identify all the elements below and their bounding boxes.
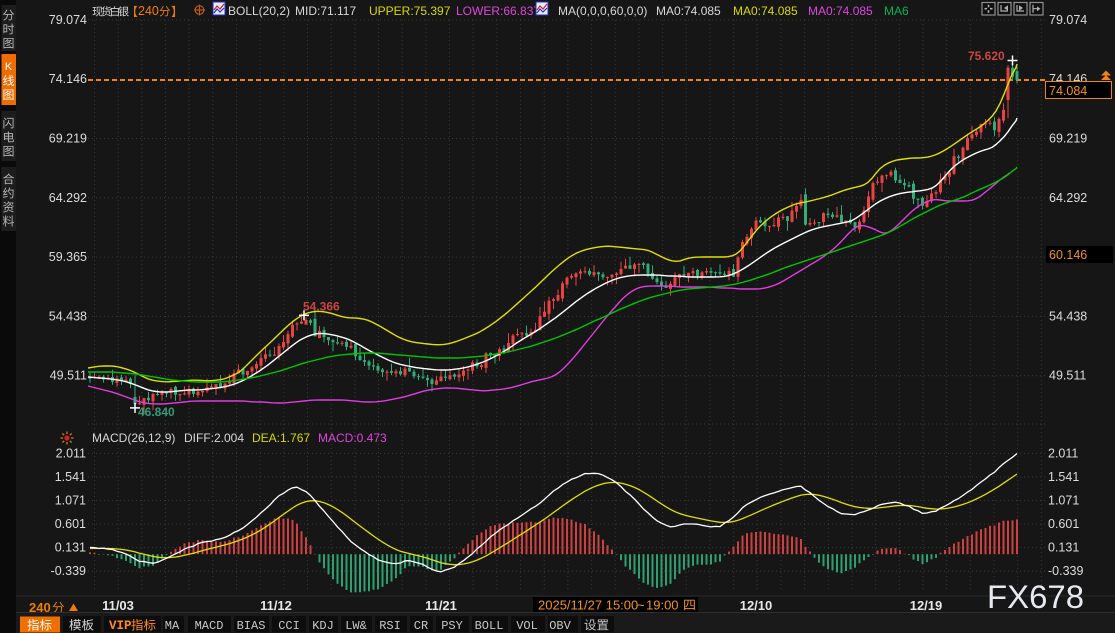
svg-text:11/03: 11/03 <box>102 598 134 613</box>
svg-text:LW&: LW& <box>345 619 367 633</box>
svg-text:DIFF:2.004: DIFF:2.004 <box>184 431 244 445</box>
svg-text:2025/11/27 15:00: 2025/11/27 15:00 <box>538 598 638 613</box>
svg-text:2.011: 2.011 <box>1048 447 1078 461</box>
svg-text:60.146: 60.146 <box>1049 248 1087 262</box>
svg-text:0.601: 0.601 <box>1048 517 1079 531</box>
svg-text:MACD(26,12,9): MACD(26,12,9) <box>92 431 175 445</box>
svg-text:MACD: MACD <box>195 619 224 633</box>
svg-text:-0.339: -0.339 <box>1048 564 1083 578</box>
svg-text:79.074: 79.074 <box>49 13 87 27</box>
svg-text:KDJ: KDJ <box>312 619 334 633</box>
svg-text:64.292: 64.292 <box>49 191 87 205</box>
svg-text:OBV: OBV <box>549 619 571 633</box>
svg-text:1.541: 1.541 <box>1048 470 1079 484</box>
svg-text:UPPER:75.397: UPPER:75.397 <box>369 4 451 18</box>
svg-text:19:00: 19:00 <box>646 598 679 613</box>
svg-text:MA6: MA6 <box>884 4 909 18</box>
svg-text:BIAS: BIAS <box>237 619 266 633</box>
svg-text:BOLL: BOLL <box>475 619 504 633</box>
svg-text:59.365: 59.365 <box>49 250 87 264</box>
svg-text:FX678: FX678 <box>987 579 1084 615</box>
svg-text:79.074: 79.074 <box>1049 13 1087 27</box>
svg-text:PSY: PSY <box>441 619 463 633</box>
svg-text:~: ~ <box>637 598 645 613</box>
svg-text:49.511: 49.511 <box>50 369 87 383</box>
svg-text:VOL: VOL <box>516 619 538 633</box>
svg-text:69.219: 69.219 <box>49 132 87 146</box>
svg-text:240: 240 <box>138 4 159 18</box>
svg-text:MACD:0.473: MACD:0.473 <box>318 431 387 445</box>
svg-text:RSI: RSI <box>379 619 401 633</box>
svg-text:BOLL(20,2): BOLL(20,2) <box>228 4 290 18</box>
svg-text:2.011: 2.011 <box>56 447 86 461</box>
svg-text:54.438: 54.438 <box>1049 309 1087 323</box>
svg-text:0.131: 0.131 <box>1048 541 1079 555</box>
svg-text:DEA:1.767: DEA:1.767 <box>252 431 310 445</box>
svg-text:74.146: 74.146 <box>49 72 87 86</box>
svg-text:VIP: VIP <box>109 619 132 633</box>
svg-text:12/10: 12/10 <box>740 598 773 613</box>
svg-text:LOWER:66.837: LOWER:66.837 <box>456 4 540 18</box>
svg-text:MID:71.117: MID:71.117 <box>295 4 356 18</box>
svg-text:-0.339: -0.339 <box>51 564 86 578</box>
svg-text:46.840: 46.840 <box>138 405 175 419</box>
svg-text:MA0:74.085: MA0:74.085 <box>808 4 873 18</box>
svg-text:1.541: 1.541 <box>55 470 86 484</box>
svg-text:0.601: 0.601 <box>55 517 86 531</box>
svg-text:69.219: 69.219 <box>1049 132 1087 146</box>
svg-text:11/12: 11/12 <box>260 598 292 613</box>
svg-text:49.511: 49.511 <box>1049 369 1086 383</box>
svg-text:74.084: 74.084 <box>1049 84 1087 98</box>
svg-text:CCI: CCI <box>278 619 300 633</box>
svg-text:1.071: 1.071 <box>55 494 86 508</box>
svg-text:0.131: 0.131 <box>55 541 86 555</box>
svg-text:MA: MA <box>165 619 180 633</box>
svg-text:11/21: 11/21 <box>425 598 457 613</box>
svg-text:75.620: 75.620 <box>968 49 1005 63</box>
svg-text:CR: CR <box>414 619 428 633</box>
svg-text:54.438: 54.438 <box>49 309 87 323</box>
svg-text:MA0:74.085: MA0:74.085 <box>656 4 721 18</box>
svg-text:64.292: 64.292 <box>1049 191 1087 205</box>
svg-text:K: K <box>5 61 13 73</box>
svg-text:MA(0,0,0,60,0,0): MA(0,0,0,60,0,0) <box>558 4 647 18</box>
svg-text:54.366: 54.366 <box>303 300 340 314</box>
svg-text:12/19: 12/19 <box>910 598 943 613</box>
svg-text:1.071: 1.071 <box>1048 494 1079 508</box>
svg-text:MA0:74.085: MA0:74.085 <box>733 4 798 18</box>
